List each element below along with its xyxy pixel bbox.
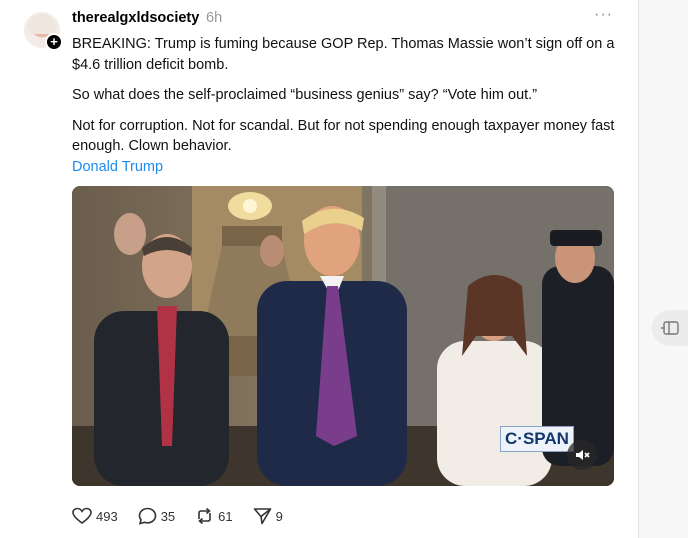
share-count: 9: [275, 508, 283, 524]
repost-button[interactable]: 61: [195, 507, 233, 525]
timestamp[interactable]: 6h: [206, 10, 222, 26]
comment-icon: [138, 507, 157, 525]
cspan-watermark: C·SPAN: [500, 426, 574, 452]
send-icon: [253, 508, 271, 525]
like-count: 493: [96, 508, 118, 524]
like-button[interactable]: 493: [72, 507, 118, 525]
more-options-button[interactable]: ···: [594, 6, 613, 24]
heart-icon: [72, 507, 92, 524]
post-paragraph-1: BREAKING: Trump is fuming because GOP Re…: [72, 36, 615, 73]
username[interactable]: therealgxldsociety: [72, 10, 199, 26]
share-button[interactable]: 9: [253, 507, 283, 525]
reply-button[interactable]: 35: [138, 507, 175, 525]
post-actions: 493 35 61 9: [72, 505, 303, 527]
feed-column: + therealgxldsociety 6h ··· BREAKING: Tr…: [0, 0, 638, 538]
post-body: BREAKING: Trump is fuming because GOP Re…: [72, 34, 620, 177]
video-player[interactable]: C·SPAN: [72, 186, 614, 486]
panel-icon: [661, 321, 679, 335]
avatar-hair: [28, 14, 56, 34]
repost-count: 61: [218, 508, 233, 524]
repost-icon: [198, 507, 211, 525]
reply-count: 35: [160, 508, 176, 524]
topic-tag-link[interactable]: Donald Trump: [72, 157, 620, 178]
mute-button[interactable]: [567, 440, 597, 470]
post-paragraph-3: Not for corruption. Not for scandal. But…: [72, 117, 615, 155]
side-panel-button[interactable]: [652, 310, 688, 346]
follow-button[interactable]: +: [45, 33, 63, 51]
right-sidebar: [638, 0, 688, 538]
post-paragraph-2: So what does the self-proclaimed “busine…: [72, 87, 538, 103]
muted-speaker-icon: [576, 450, 590, 460]
